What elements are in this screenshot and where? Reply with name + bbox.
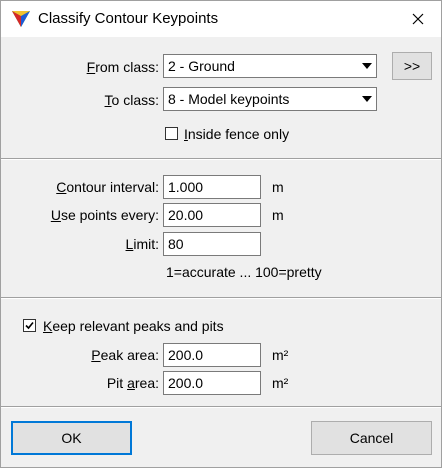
pit-area-label: Pit area: (106, 375, 159, 391)
to-class-select[interactable]: 8 - Model keypoints (163, 87, 377, 111)
contour-interval-unit: m (272, 179, 284, 195)
separator (1, 406, 441, 408)
from-class-select[interactable]: 2 - Ground (163, 54, 377, 78)
close-button[interactable] (395, 1, 441, 37)
limit-input[interactable] (163, 232, 261, 256)
ok-button[interactable]: OK (11, 421, 132, 455)
limit-label: Limit: (125, 236, 159, 252)
title-bar: Classify Contour Keypoints (1, 1, 441, 37)
keep-peaks-label[interactable]: Keep relevant peaks and pits (43, 315, 224, 337)
limit-hint: 1=accurate ... 100=pretty (166, 264, 322, 280)
more-button[interactable]: >> (392, 52, 432, 80)
from-class-value: 2 - Ground (168, 58, 235, 74)
close-icon (412, 13, 424, 25)
cancel-button[interactable]: Cancel (311, 421, 432, 455)
to-class-value: 8 - Model keypoints (168, 91, 290, 107)
use-points-unit: m (272, 207, 284, 223)
use-points-input[interactable] (163, 203, 261, 227)
pit-area-unit: m² (272, 375, 289, 391)
peak-area-label: Peak area: (91, 347, 159, 363)
contour-interval-input[interactable] (163, 175, 261, 199)
use-points-label: Use points every: (50, 207, 159, 223)
ok-button-label: OK (61, 430, 82, 446)
to-class-label: To class: (104, 92, 159, 108)
keep-peaks-checkbox[interactable] (23, 319, 36, 332)
separator (1, 158, 441, 160)
more-button-label: >> (403, 58, 421, 74)
cancel-button-label: Cancel (349, 430, 394, 446)
peak-area-unit: m² (272, 347, 289, 363)
inside-fence-label[interactable]: Inside fence only (184, 123, 289, 145)
inside-fence-checkbox[interactable] (165, 127, 178, 140)
chevron-down-icon (358, 88, 376, 110)
contour-interval-label: Contour interval: (56, 179, 159, 195)
separator (1, 297, 441, 299)
app-icon (11, 9, 31, 29)
chevron-down-icon (358, 55, 376, 77)
dialog-window: Classify Contour Keypoints From class: 2… (0, 0, 442, 468)
checkmark-icon (25, 321, 34, 330)
pit-area-input[interactable] (163, 371, 261, 395)
window-title: Classify Contour Keypoints (38, 10, 219, 27)
from-class-label: From class: (86, 59, 159, 75)
peak-area-input[interactable] (163, 343, 261, 367)
